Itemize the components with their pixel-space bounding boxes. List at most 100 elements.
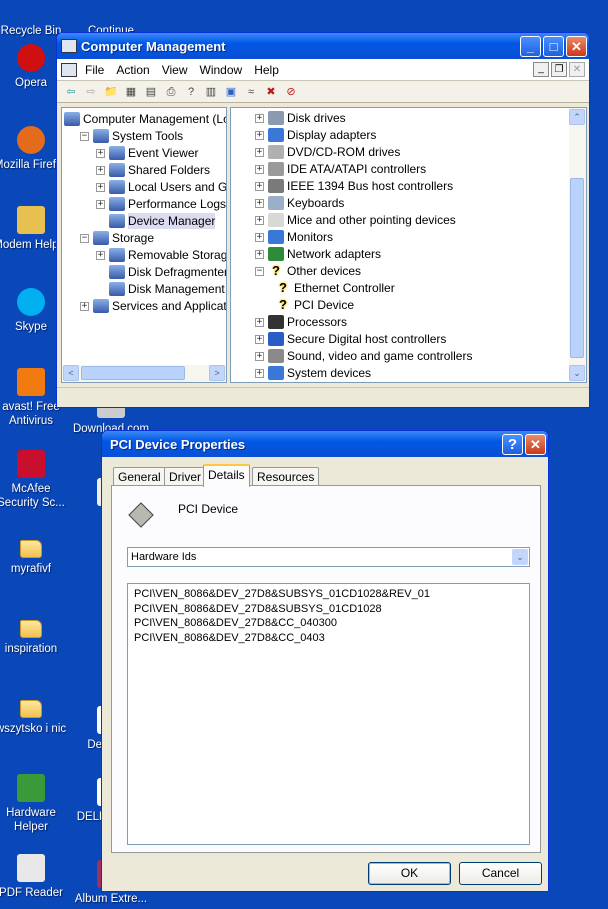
child-minimize-button[interactable]: _ xyxy=(533,62,549,77)
expand-icon[interactable]: + xyxy=(255,198,264,208)
expand-icon[interactable]: + xyxy=(255,130,264,140)
expand-icon[interactable]: + xyxy=(255,164,264,174)
device-item[interactable]: + Network adapters xyxy=(255,246,381,262)
help-icon[interactable]: ? xyxy=(183,84,199,100)
device-item[interactable]: + Processors xyxy=(255,314,347,330)
device-item[interactable]: + DVD/CD-ROM drives xyxy=(255,144,400,160)
scroll-down-button[interactable]: ⌄ xyxy=(569,365,585,381)
expand-icon[interactable]: + xyxy=(255,334,264,344)
hardware-id-value[interactable]: PCI\VEN_8086&DEV_27D8&CC_0403 xyxy=(134,631,523,646)
device-item[interactable]: + System devices xyxy=(255,365,371,381)
tree-item[interactable]: + Local Users and Groups xyxy=(96,179,226,195)
horizontal-scroll-thumb[interactable] xyxy=(81,366,185,380)
vertical-scrollbar[interactable]: ⌃ ⌄ xyxy=(569,108,586,382)
menu-item[interactable]: Window xyxy=(194,63,249,77)
desktop-icon[interactable]: PDF Reader xyxy=(0,854,70,900)
tree-item[interactable]: Disk Defragmenter xyxy=(96,264,226,280)
hardware-id-value[interactable]: PCI\VEN_8086&DEV_27D8&CC_040300 xyxy=(134,616,523,631)
device-item[interactable]: ? PCI Device xyxy=(275,297,354,313)
hardware-id-value[interactable]: PCI\VEN_8086&DEV_27D8&SUBSYS_01CD1028&RE… xyxy=(134,587,523,602)
expand-icon[interactable]: + xyxy=(255,215,264,225)
device-item[interactable]: + IEEE 1394 Bus host controllers xyxy=(255,178,453,194)
console-icon[interactable]: ▥ xyxy=(203,84,219,100)
forward-icon[interactable]: ⇨ xyxy=(83,84,99,100)
tree-item[interactable]: Disk Management xyxy=(96,281,225,297)
tree-item[interactable]: − System Tools xyxy=(80,128,183,144)
collapse-icon[interactable]: − xyxy=(255,266,264,276)
expand-icon[interactable]: + xyxy=(255,351,264,361)
menu-item[interactable]: Action xyxy=(110,63,155,77)
maximize-button[interactable]: □ xyxy=(543,36,564,57)
tree-item[interactable]: Computer Management (Local) xyxy=(64,111,226,127)
properties-icon[interactable]: ▤ xyxy=(143,84,159,100)
tree-item[interactable]: + Performance Logs and Alerts xyxy=(96,196,226,212)
vertical-scroll-thumb[interactable] xyxy=(570,178,584,358)
scroll-up-button[interactable]: ⌃ xyxy=(569,109,585,125)
tab-details[interactable]: Details xyxy=(203,464,250,487)
cancel-button[interactable]: Cancel xyxy=(459,862,542,885)
scroll-left-button[interactable]: < xyxy=(63,365,79,381)
tree-item[interactable]: − Storage xyxy=(80,230,154,246)
device-item[interactable]: −? Other devices xyxy=(255,263,361,279)
title-bar[interactable]: Computer Management _ □ ✕ xyxy=(57,33,589,59)
mmc-menu-icon[interactable] xyxy=(61,62,77,77)
disable-icon[interactable]: ⊘ xyxy=(283,84,299,100)
expand-icon[interactable]: + xyxy=(255,249,264,259)
device-item[interactable]: + Keyboards xyxy=(255,195,344,211)
device-item[interactable]: ? Ethernet Controller xyxy=(275,280,395,296)
help-button[interactable]: ? xyxy=(502,434,523,455)
update-driver-icon[interactable]: ≈ xyxy=(243,84,259,100)
expand-icon[interactable]: + xyxy=(255,113,264,123)
expand-icon[interactable]: + xyxy=(96,199,105,209)
desktop-icon[interactable]: McAfee Security Sc... xyxy=(0,450,70,510)
expand-icon[interactable]: + xyxy=(96,182,105,192)
expand-icon[interactable]: + xyxy=(96,148,105,158)
collapse-icon[interactable]: − xyxy=(80,131,89,141)
print-icon[interactable]: ⎙ xyxy=(163,84,179,100)
up-folder-icon[interactable]: 📁 xyxy=(103,84,119,100)
expand-icon[interactable]: + xyxy=(255,232,264,242)
child-close-button[interactable]: ✕ xyxy=(569,62,585,77)
show-hide-tree-icon[interactable]: ▦ xyxy=(123,84,139,100)
device-item[interactable]: + Sound, video and game controllers xyxy=(255,348,472,364)
dropdown-arrow-icon[interactable]: ⌄ xyxy=(512,549,528,565)
collapse-icon[interactable]: − xyxy=(80,233,89,243)
uninstall-icon[interactable]: ✖ xyxy=(263,84,279,100)
desktop-icon[interactable]: wszytsko i nic xyxy=(0,692,70,736)
tree-item[interactable]: + Removable Storage xyxy=(96,247,226,263)
child-restore-button[interactable]: ❐ xyxy=(551,62,567,77)
desktop-icon[interactable]: inspiration xyxy=(0,612,70,656)
expand-icon[interactable]: + xyxy=(255,368,264,378)
property-select[interactable]: Hardware Ids ⌄ xyxy=(127,547,530,567)
dialog-title-bar[interactable]: PCI Device Properties ? ✕ xyxy=(102,431,548,457)
tree-item[interactable]: + Event Viewer xyxy=(96,145,198,161)
tree-item[interactable]: Device Manager xyxy=(96,213,216,229)
tree-item[interactable]: + Services and Applications xyxy=(80,298,226,314)
device-item[interactable]: + Secure Digital host controllers xyxy=(255,331,446,347)
hardware-id-value[interactable]: PCI\VEN_8086&DEV_27D8&SUBSYS_01CD1028 xyxy=(134,602,523,617)
menu-item[interactable]: File xyxy=(79,63,110,77)
expand-icon[interactable]: + xyxy=(255,181,264,191)
expand-icon[interactable]: + xyxy=(80,301,89,311)
ok-button[interactable]: OK xyxy=(368,862,451,885)
device-item[interactable]: + IDE ATA/ATAPI controllers xyxy=(255,161,426,177)
tab-general[interactable]: General xyxy=(113,467,166,486)
back-icon[interactable]: ⇦ xyxy=(63,84,79,100)
tab-driver[interactable]: Driver xyxy=(164,467,206,486)
minimize-button[interactable]: _ xyxy=(520,36,541,57)
property-values-list[interactable]: PCI\VEN_8086&DEV_27D8&SUBSYS_01CD1028&RE… xyxy=(127,583,530,845)
tree-item[interactable]: + Shared Folders xyxy=(96,162,210,178)
device-item[interactable]: + Mice and other pointing devices xyxy=(255,212,456,228)
device-item[interactable]: + Display adapters xyxy=(255,127,376,143)
desktop-icon[interactable]: myrafivf xyxy=(0,532,70,576)
device-item[interactable]: + Monitors xyxy=(255,229,333,245)
desktop-icon[interactable]: Hardware Helper xyxy=(0,774,70,834)
menu-item[interactable]: View xyxy=(156,63,194,77)
device-item[interactable]: + Disk drives xyxy=(255,110,346,126)
scroll-right-button[interactable]: > xyxy=(209,365,225,381)
horizontal-scrollbar[interactable]: < > xyxy=(62,365,226,382)
expand-icon[interactable]: + xyxy=(255,317,264,327)
scan-hardware-icon[interactable]: ▣ xyxy=(223,84,239,100)
menu-item[interactable]: Help xyxy=(248,63,285,77)
expand-icon[interactable]: + xyxy=(255,147,264,157)
